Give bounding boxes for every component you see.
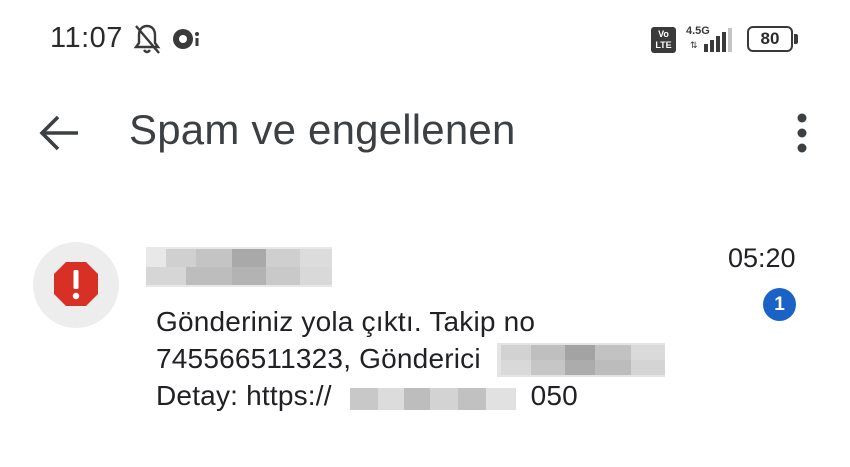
- sender-name-redacted: [146, 247, 332, 287]
- sender-redacted-block: [497, 343, 665, 377]
- status-bar: 11:07 Vo LTE 4.5G ⇅ 80: [0, 0, 850, 78]
- status-time: 11:07: [50, 22, 123, 54]
- signal-strength-icon: ⇅: [690, 28, 732, 52]
- spam-alert-icon: [54, 262, 98, 306]
- battery-tip: [794, 34, 798, 44]
- page-title: Spam ve engellenen: [129, 106, 516, 153]
- volte-badge: Vo LTE: [651, 27, 676, 53]
- battery-indicator: 80: [747, 26, 793, 52]
- spam-avatar: [33, 242, 119, 328]
- message-preview-line: Gönderiniz yola çıktı. Takip no: [156, 306, 536, 337]
- message-link-prefix: Detay: https://: [156, 380, 332, 411]
- message-timestamp: 05:20: [728, 243, 796, 273]
- link-redacted-block: [350, 380, 530, 416]
- more-options-icon[interactable]: [785, 108, 819, 158]
- back-arrow-icon[interactable]: [34, 108, 84, 158]
- data-saver-icon: [173, 29, 199, 49]
- unread-count-badge: 1: [763, 288, 796, 321]
- svg-text:⇅: ⇅: [690, 41, 698, 51]
- conversation-row[interactable]: 05:20 1 Gönderiniz yola çıktı. Takip no …: [0, 225, 850, 435]
- message-preview-line: 745566511323, Gönderici: [156, 343, 481, 374]
- notifications-off-icon: [133, 24, 161, 54]
